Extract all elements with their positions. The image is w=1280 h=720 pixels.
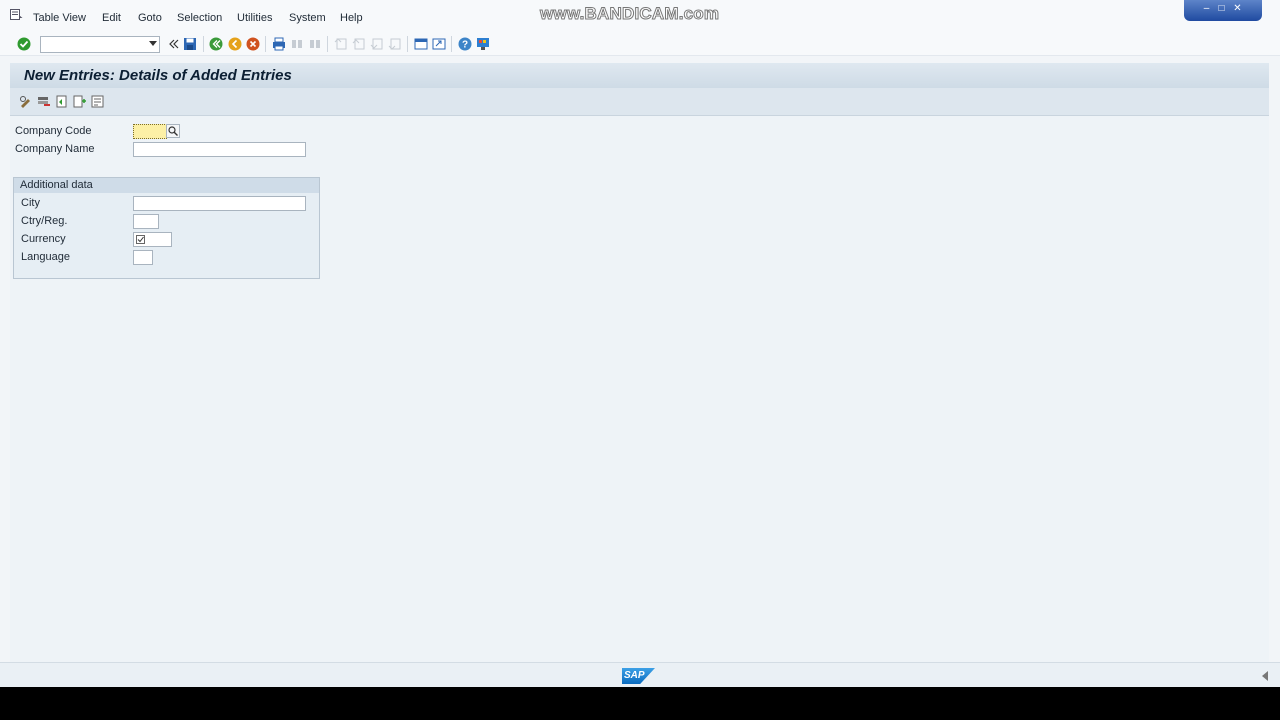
command-field[interactable] — [40, 36, 160, 53]
new-session-icon[interactable] — [413, 36, 429, 52]
shortcut-icon[interactable] — [431, 36, 447, 52]
menu-edit[interactable]: Edit — [102, 12, 121, 24]
country-label: Ctry/Reg. — [21, 215, 68, 227]
page-title: New Entries: Details of Added Entries — [24, 67, 292, 84]
company-code-label: Company Code — [15, 125, 92, 137]
toolbar-separator — [407, 36, 408, 52]
cancel-icon[interactable] — [245, 36, 261, 52]
search-icon — [168, 126, 178, 136]
country-field[interactable] — [133, 214, 159, 229]
collapse-icon[interactable] — [165, 36, 181, 52]
menu-selection[interactable]: Selection — [177, 12, 222, 24]
currency-field[interactable] — [133, 232, 172, 247]
group-title: Additional data — [20, 179, 93, 191]
sap-window: Table View Edit Goto Selection Utilities… — [0, 0, 1280, 687]
window-controls: – □ ✕ — [1184, 0, 1262, 21]
standard-toolbar: ? — [0, 33, 1280, 56]
undo-change-icon[interactable] — [55, 95, 68, 108]
status-expand-icon[interactable] — [1262, 671, 1268, 681]
next-page-icon[interactable] — [369, 36, 385, 52]
title-bar: New Entries: Details of Added Entries — [10, 63, 1269, 88]
language-field[interactable] — [133, 250, 153, 265]
delete-entry-icon[interactable] — [37, 95, 50, 108]
currency-label: Currency — [21, 233, 66, 245]
minimize-icon[interactable]: – — [1200, 3, 1213, 15]
additional-data-group: Additional data — [13, 177, 320, 279]
company-name-label: Company Name — [15, 143, 95, 155]
group-header: Additional data — [14, 178, 319, 193]
help-icon[interactable]: ? — [457, 36, 473, 52]
language-label: Language — [21, 251, 70, 263]
find-icon[interactable] — [289, 36, 305, 52]
value-help-button[interactable] — [166, 124, 180, 138]
city-field[interactable] — [133, 196, 306, 211]
menu-icon[interactable] — [10, 9, 23, 20]
status-bar: SAP — [0, 662, 1280, 687]
toolbar-separator — [327, 36, 328, 52]
print-icon[interactable] — [271, 36, 287, 52]
city-label: City — [21, 197, 40, 209]
maximize-icon[interactable]: □ — [1215, 3, 1228, 15]
company-code-field[interactable] — [133, 124, 167, 139]
svg-text:?: ? — [462, 40, 468, 51]
menu-goto[interactable]: Goto — [138, 12, 162, 24]
menu-utilities[interactable]: Utilities — [237, 12, 272, 24]
menu-help[interactable]: Help — [340, 12, 363, 24]
toolbar-separator — [203, 36, 204, 52]
previous-page-icon[interactable] — [351, 36, 367, 52]
sap-logo-text: SAP — [624, 670, 645, 681]
sap-logo: SAP — [622, 668, 655, 684]
back-icon[interactable] — [208, 36, 224, 52]
exit-icon[interactable] — [227, 36, 243, 52]
chevron-down-icon[interactable] — [149, 41, 157, 46]
select-block-icon[interactable] — [91, 95, 104, 108]
last-page-icon[interactable] — [387, 36, 403, 52]
new-entry-icon[interactable] — [73, 95, 86, 108]
find-next-icon[interactable] — [307, 36, 323, 52]
close-icon[interactable]: ✕ — [1231, 3, 1244, 15]
toolbar-separator — [265, 36, 266, 52]
display-change-icon[interactable] — [19, 95, 32, 108]
menu-bar: Table View Edit Goto Selection Utilities… — [0, 0, 1280, 33]
company-name-field[interactable] — [133, 142, 306, 157]
first-page-icon[interactable] — [333, 36, 349, 52]
application-toolbar — [10, 88, 1269, 116]
menu-system[interactable]: System — [289, 12, 326, 24]
toolbar-separator — [451, 36, 452, 52]
save-icon[interactable] — [182, 36, 198, 52]
customize-layout-icon[interactable] — [475, 36, 491, 52]
menu-table-view[interactable]: Table View — [33, 12, 86, 24]
enter-icon[interactable] — [16, 36, 32, 52]
required-entry-icon — [136, 235, 145, 244]
recorder-watermark: www.BANDICAM.com — [539, 4, 720, 24]
